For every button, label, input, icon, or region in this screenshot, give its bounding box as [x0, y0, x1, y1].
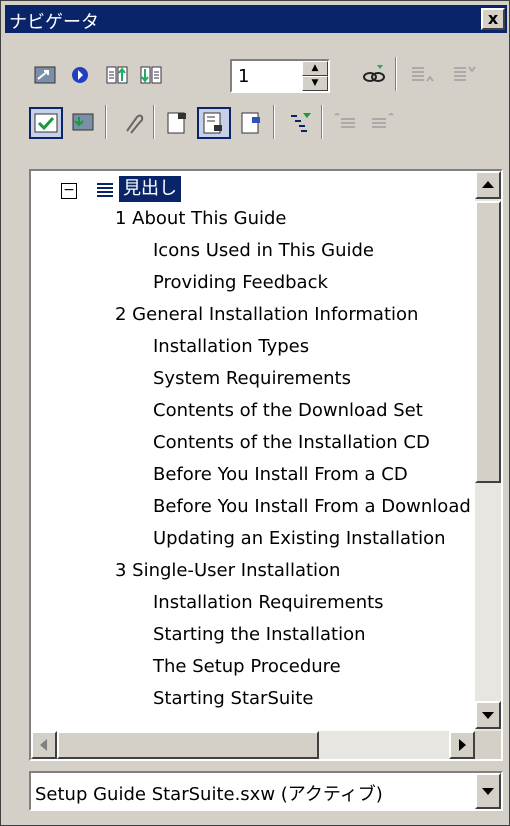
collapse-toggle[interactable]: −: [61, 183, 77, 199]
scroll-down-button[interactable]: [475, 701, 501, 729]
tree-section-item[interactable]: Icons Used in This Guide: [153, 235, 374, 267]
window-title: ナビゲータ: [9, 12, 99, 33]
scroll-left-button[interactable]: [31, 731, 57, 759]
tree-section-item[interactable]: Providing Feedback: [153, 267, 328, 299]
tree-chapter-item[interactable]: 1 About This Guide: [115, 203, 286, 235]
demote-chapter-button[interactable]: [447, 59, 481, 91]
footer-button[interactable]: [197, 107, 231, 139]
content-tree-viewport: − 見出し 1 About This Guide Icons Used in Th…: [31, 171, 475, 731]
tree-root-headings[interactable]: 見出し: [119, 176, 181, 202]
tree-section-item[interactable]: Starting the Installation: [153, 619, 365, 651]
promote-chapter-button[interactable]: [405, 59, 439, 91]
document-select-value: Setup Guide StarSuite.sxw (アクティブ): [35, 784, 383, 805]
footer-icon: [203, 112, 222, 134]
list-box-icon: [72, 113, 94, 131]
navigation-button[interactable]: [63, 59, 97, 91]
link-icon: [363, 65, 385, 82]
document-dropdown-button[interactable]: [475, 773, 501, 809]
page-number-spinner[interactable]: 1 ▲ ▼: [230, 59, 330, 93]
horizontal-scrollbar[interactable]: [31, 731, 475, 759]
tree-section-item[interactable]: Before You Install From a Download: [153, 491, 471, 523]
tree-section-item[interactable]: Before You Install From a CD: [153, 459, 408, 491]
drag-mode-button[interactable]: [357, 59, 391, 91]
toggle-icon: [34, 66, 56, 84]
toolbar-separator: [395, 57, 397, 91]
anchor-button[interactable]: [235, 107, 269, 139]
tree-chapter-item[interactable]: 3 Single-User Installation: [115, 555, 340, 587]
toolbar-separator: [105, 105, 107, 139]
tree-chapter-item[interactable]: 2 General Installation Information: [115, 299, 418, 331]
next-button[interactable]: [135, 59, 169, 91]
reminder-icon: [126, 114, 144, 134]
scroll-up-button[interactable]: [475, 171, 501, 199]
tree-section-item[interactable]: Contents of the Download Set: [153, 395, 423, 427]
horizontal-scroll-thumb[interactable]: [57, 731, 319, 759]
next-icon: [140, 66, 162, 84]
heading-levels-button[interactable]: [283, 107, 317, 139]
demote-chapter-icon: [454, 66, 476, 81]
tree-section-item[interactable]: Contents of the Installation CD: [153, 427, 430, 459]
previous-icon: [106, 66, 128, 84]
scrollbar-corner: [475, 731, 501, 759]
tree-section-item[interactable]: Installation Types: [153, 331, 309, 363]
heading-levels-icon: [291, 113, 311, 132]
content-view-button[interactable]: [29, 107, 63, 139]
scroll-right-button[interactable]: [449, 731, 475, 759]
promote-level-icon: [334, 113, 355, 128]
toggle-button[interactable]: [29, 59, 63, 91]
content-tree[interactable]: − 見出し 1 About This Guide Icons Used in Th…: [29, 169, 503, 761]
demote-level-icon: [372, 113, 394, 128]
demote-level-button[interactable]: [365, 107, 399, 139]
list-box-button[interactable]: [67, 107, 101, 139]
previous-button[interactable]: [101, 59, 135, 91]
tree-section-item[interactable]: System Requirements: [153, 363, 351, 395]
tree-section-item[interactable]: Updating an Existing Installation: [153, 523, 446, 555]
vertical-scroll-thumb[interactable]: [475, 201, 501, 483]
header-button[interactable]: [161, 107, 195, 139]
page-number-value[interactable]: 1: [238, 66, 249, 87]
content-view-icon: [34, 113, 58, 133]
spin-up-button[interactable]: ▲: [302, 61, 328, 76]
document-select[interactable]: Setup Guide StarSuite.sxw (アクティブ): [29, 771, 503, 811]
tree-section-item[interactable]: Starting StarSuite: [153, 683, 313, 715]
navigator-window: ナビゲータ x 1 ▲ ▼ − 見出し 1 About This Guide I…: [0, 0, 510, 826]
anchor-icon: [241, 112, 260, 134]
promote-level-button[interactable]: [329, 107, 363, 139]
tree-section-item[interactable]: The Setup Procedure: [153, 651, 341, 683]
toolbar-separator: [273, 105, 275, 139]
reminder-button[interactable]: [115, 107, 149, 139]
vertical-scrollbar[interactable]: [475, 171, 501, 731]
title-bar[interactable]: ナビゲータ x: [5, 5, 507, 33]
toolbar-separator: [321, 105, 323, 139]
promote-chapter-icon: [412, 67, 434, 82]
close-button[interactable]: x: [481, 8, 505, 30]
spin-down-button[interactable]: ▼: [302, 76, 328, 91]
toolbar-separator: [153, 105, 155, 139]
headings-icon: [97, 183, 113, 197]
header-icon: [167, 112, 186, 134]
tree-section-item[interactable]: Installation Requirements: [153, 587, 384, 619]
navigation-icon: [72, 67, 88, 83]
